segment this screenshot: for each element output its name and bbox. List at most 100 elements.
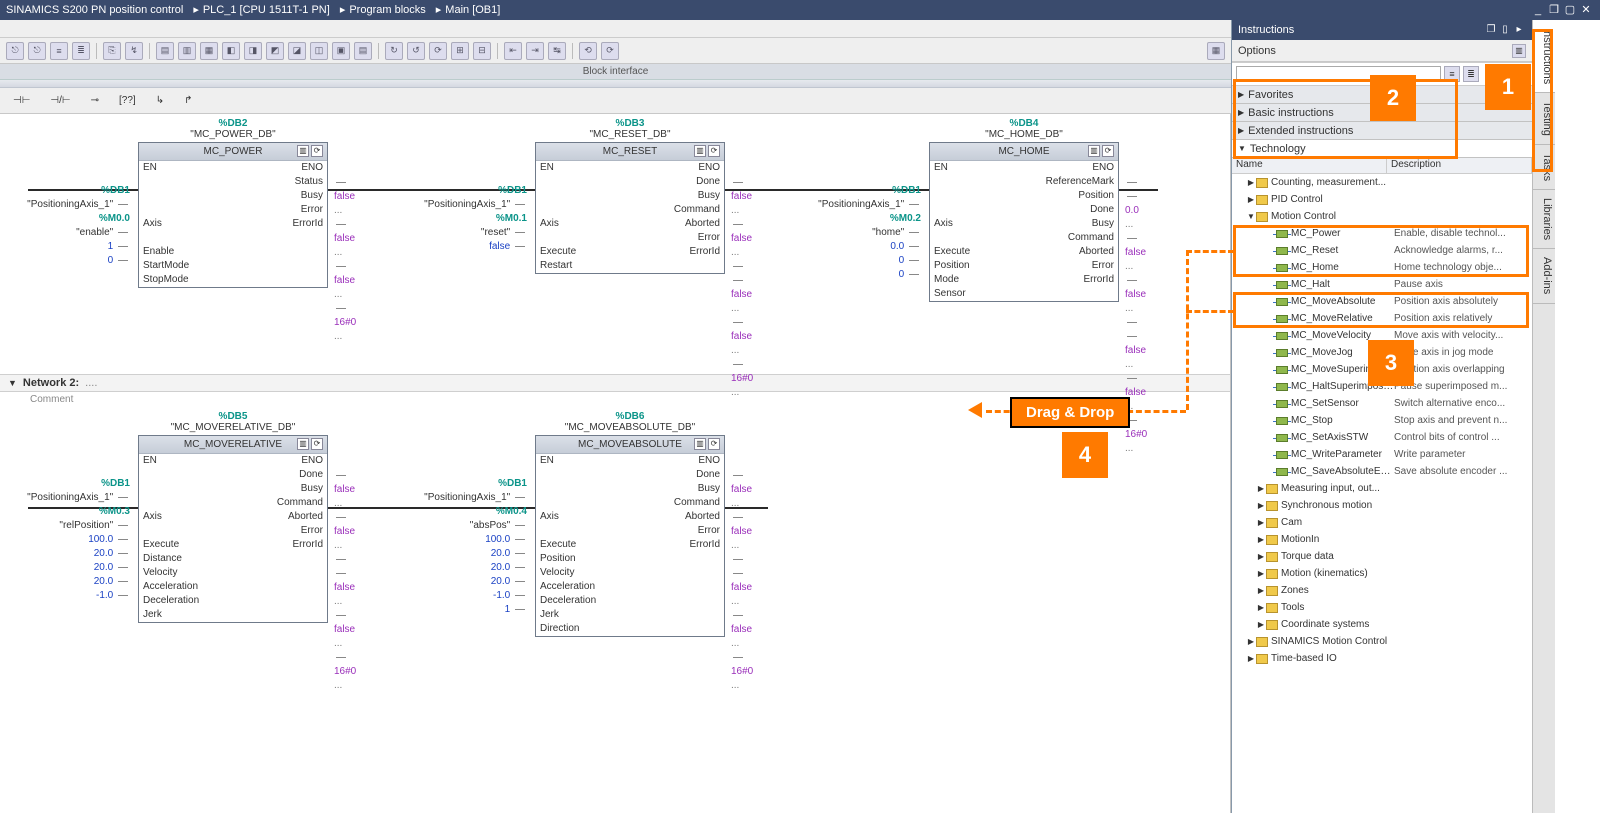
- callout-1: 1: [1485, 64, 1531, 110]
- tb-22[interactable]: ⇤: [504, 42, 522, 60]
- tb-26[interactable]: ⟳: [601, 42, 619, 60]
- tb-10[interactable]: ◧: [222, 42, 240, 60]
- tb-9[interactable]: ▦: [200, 42, 218, 60]
- ladder-editor[interactable]: %DB2 "MC_POWER_DB" MC_POWER▥⟳ ENENOStatu…: [0, 114, 1231, 813]
- restore-button[interactable]: ❐: [1546, 0, 1562, 20]
- tree-row[interactable]: ▶Cam: [1232, 514, 1532, 531]
- sym-coil[interactable]: ⊸: [84, 93, 106, 108]
- tb-18[interactable]: ↺: [407, 42, 425, 60]
- search-btn-2[interactable]: ≣: [1463, 66, 1479, 82]
- tree-row[interactable]: ▶Synchronous motion: [1232, 497, 1532, 514]
- options-gear-icon[interactable]: ▥: [1512, 44, 1526, 58]
- sidetab-addins[interactable]: Add-ins: [1533, 249, 1555, 303]
- tree-row[interactable]: MC_SaveAbsoluteEnc...Save absolute encod…: [1232, 463, 1532, 480]
- tree-row[interactable]: ▶MotionIn: [1232, 531, 1532, 548]
- tree-row[interactable]: MC_StopStop axis and prevent n...: [1232, 412, 1532, 429]
- panel-opt-icon[interactable]: ▯: [1498, 20, 1512, 40]
- tb-24[interactable]: ↹: [548, 42, 566, 60]
- tb-7[interactable]: ▤: [156, 42, 174, 60]
- fb-power[interactable]: %DB2 "MC_POWER_DB" MC_POWER▥⟳ ENENOStatu…: [138, 118, 328, 288]
- breadcrumb-0[interactable]: SINAMICS S200 PN position control: [6, 0, 183, 20]
- tree-row[interactable]: ▶Motion (kinematics): [1232, 565, 1532, 582]
- sym-nc[interactable]: ⊣⊢: [6, 93, 37, 108]
- acc-technology[interactable]: ▼Technology: [1232, 140, 1532, 158]
- tb-1[interactable]: ⎋: [6, 42, 24, 60]
- breadcrumb-1[interactable]: PLC_1 [CPU 1511T-1 PN]: [203, 0, 330, 20]
- tb-23[interactable]: ⇥: [526, 42, 544, 60]
- tb-12[interactable]: ◩: [266, 42, 284, 60]
- tb-16[interactable]: ▤: [354, 42, 372, 60]
- breadcrumb-2[interactable]: Program blocks: [349, 0, 425, 20]
- tb-11[interactable]: ◨: [244, 42, 262, 60]
- tb-2[interactable]: ⎋: [28, 42, 46, 60]
- sidetab-libraries[interactable]: Libraries: [1533, 190, 1555, 249]
- tree-row[interactable]: ▶Time-based IO: [1232, 650, 1532, 667]
- tb-15[interactable]: ▣: [332, 42, 350, 60]
- network-1: %DB2 "MC_POWER_DB" MC_POWER▥⟳ ENENOStatu…: [0, 114, 1230, 374]
- fb-reset[interactable]: %DB3 "MC_RESET_DB" MC_RESET▥⟳ ENENODoneB…: [535, 118, 725, 274]
- sidetab-instructions[interactable]: Instructions: [1533, 20, 1555, 93]
- tree-row[interactable]: ▶Torque data: [1232, 548, 1532, 565]
- tree-row[interactable]: MC_HaltPause axis: [1232, 276, 1532, 293]
- tb-19[interactable]: ⟳: [429, 42, 447, 60]
- tb-20[interactable]: ⊞: [451, 42, 469, 60]
- tb-4[interactable]: ≣: [72, 42, 90, 60]
- collapse-icon[interactable]: ▼: [8, 378, 17, 388]
- sym-branch2[interactable]: ↱: [177, 93, 199, 108]
- tb-17[interactable]: ↻: [385, 42, 403, 60]
- tree-row[interactable]: ▶Measuring input, out...: [1232, 480, 1532, 497]
- tree-row[interactable]: MC_HomeHome technology obje...: [1232, 259, 1532, 276]
- tree-row[interactable]: MC_MoveAbsolutePosition axis absolutely: [1232, 293, 1532, 310]
- tb-5[interactable]: ⎘: [103, 42, 121, 60]
- tree-row[interactable]: MC_WriteParameterWrite parameter: [1232, 446, 1532, 463]
- tree-row[interactable]: ▶Coordinate systems: [1232, 616, 1532, 633]
- fb-moverel[interactable]: %DB5 "MC_MOVERELATIVE_DB" MC_MOVERELATIV…: [138, 411, 328, 623]
- acc-extended[interactable]: ▶Extended instructions: [1232, 122, 1532, 140]
- max-button[interactable]: ▢: [1562, 0, 1578, 20]
- tb-13[interactable]: ◪: [288, 42, 306, 60]
- instructions-tree[interactable]: ▶Counting, measurement...▶PID Control▼Mo…: [1232, 174, 1532, 813]
- tb-21[interactable]: ⊟: [473, 42, 491, 60]
- tree-row[interactable]: MC_MoveRelativePosition axis relatively: [1232, 310, 1532, 327]
- side-tabs: Instructions Testing Tasks Libraries Add…: [1532, 20, 1555, 813]
- tree-row[interactable]: MC_ResetAcknowledge alarms, r...: [1232, 242, 1532, 259]
- tree-row[interactable]: MC_SetAxisSTWControl bits of control ...: [1232, 429, 1532, 446]
- tb-14[interactable]: ◫: [310, 42, 328, 60]
- search-btn-1[interactable]: ≡: [1444, 66, 1460, 82]
- fb-home[interactable]: %DB4 "MC_HOME_DB" MC_HOME▥⟳ ENENOReferen…: [929, 118, 1119, 302]
- tb-6[interactable]: ↯: [125, 42, 143, 60]
- tree-row[interactable]: MC_PowerEnable, disable technol...: [1232, 225, 1532, 242]
- tb-3[interactable]: ≡: [50, 42, 68, 60]
- tb-25[interactable]: ⟲: [579, 42, 597, 60]
- tree-row[interactable]: ▶Tools: [1232, 599, 1532, 616]
- min-button[interactable]: _: [1530, 0, 1546, 20]
- sidetab-tasks[interactable]: Tasks: [1533, 145, 1555, 190]
- tree-row[interactable]: MC_SetSensorSwitch alternative enco...: [1232, 395, 1532, 412]
- main-toolbar: ⎋ ⎋ ≡ ≣ ⎘ ↯ ▤ ▥ ▦ ◧ ◨ ◩ ◪ ◫ ▣ ▤ ↻ ↺ ⟳ ⊞ …: [0, 38, 1231, 64]
- breadcrumb-3[interactable]: Main [OB1]: [445, 0, 500, 20]
- sym-branch[interactable]: ↳: [149, 93, 171, 108]
- sidetab-testing[interactable]: Testing: [1533, 93, 1555, 145]
- fb-moveabs[interactable]: %DB6 "MC_MOVEABSOLUTE_DB" MC_MOVEABSOLUT…: [535, 411, 725, 637]
- tree-row[interactable]: ▶PID Control: [1232, 191, 1532, 208]
- network-2-header[interactable]: ▼ Network 2: ....: [0, 374, 1230, 392]
- close-button[interactable]: ✕: [1578, 0, 1594, 20]
- tree-header: Name Description: [1232, 158, 1532, 174]
- tree-row[interactable]: ▼Motion Control: [1232, 208, 1532, 225]
- network-2: %DB5 "MC_MOVERELATIVE_DB" MC_MOVERELATIV…: [0, 407, 1230, 747]
- panel-pin-icon[interactable]: ❐: [1484, 20, 1498, 40]
- tb-settings[interactable]: ▦: [1207, 42, 1225, 60]
- options-bar[interactable]: Options ▥: [1232, 40, 1532, 62]
- callout-2: 2: [1370, 75, 1416, 121]
- tree-row[interactable]: ▶SINAMICS Motion Control: [1232, 633, 1532, 650]
- tree-row[interactable]: ▶Counting, measurement...: [1232, 174, 1532, 191]
- block-interface-bar[interactable]: Block interface: [0, 64, 1231, 80]
- sym-no[interactable]: ⊣/⊢: [43, 93, 77, 108]
- grip-bar[interactable]: [0, 80, 1231, 88]
- panel-chevron-icon[interactable]: ▸: [1512, 20, 1526, 40]
- tb-8[interactable]: ▥: [178, 42, 196, 60]
- instructions-title: Instructions: [1238, 20, 1294, 40]
- instructions-panel: Instructions ❐ ▯ ▸ Options ▥ ≡ ≣ ⟳ ◧ ▶Fa…: [1232, 20, 1532, 813]
- tree-row[interactable]: ▶Zones: [1232, 582, 1532, 599]
- sym-box[interactable]: [??]: [112, 93, 143, 108]
